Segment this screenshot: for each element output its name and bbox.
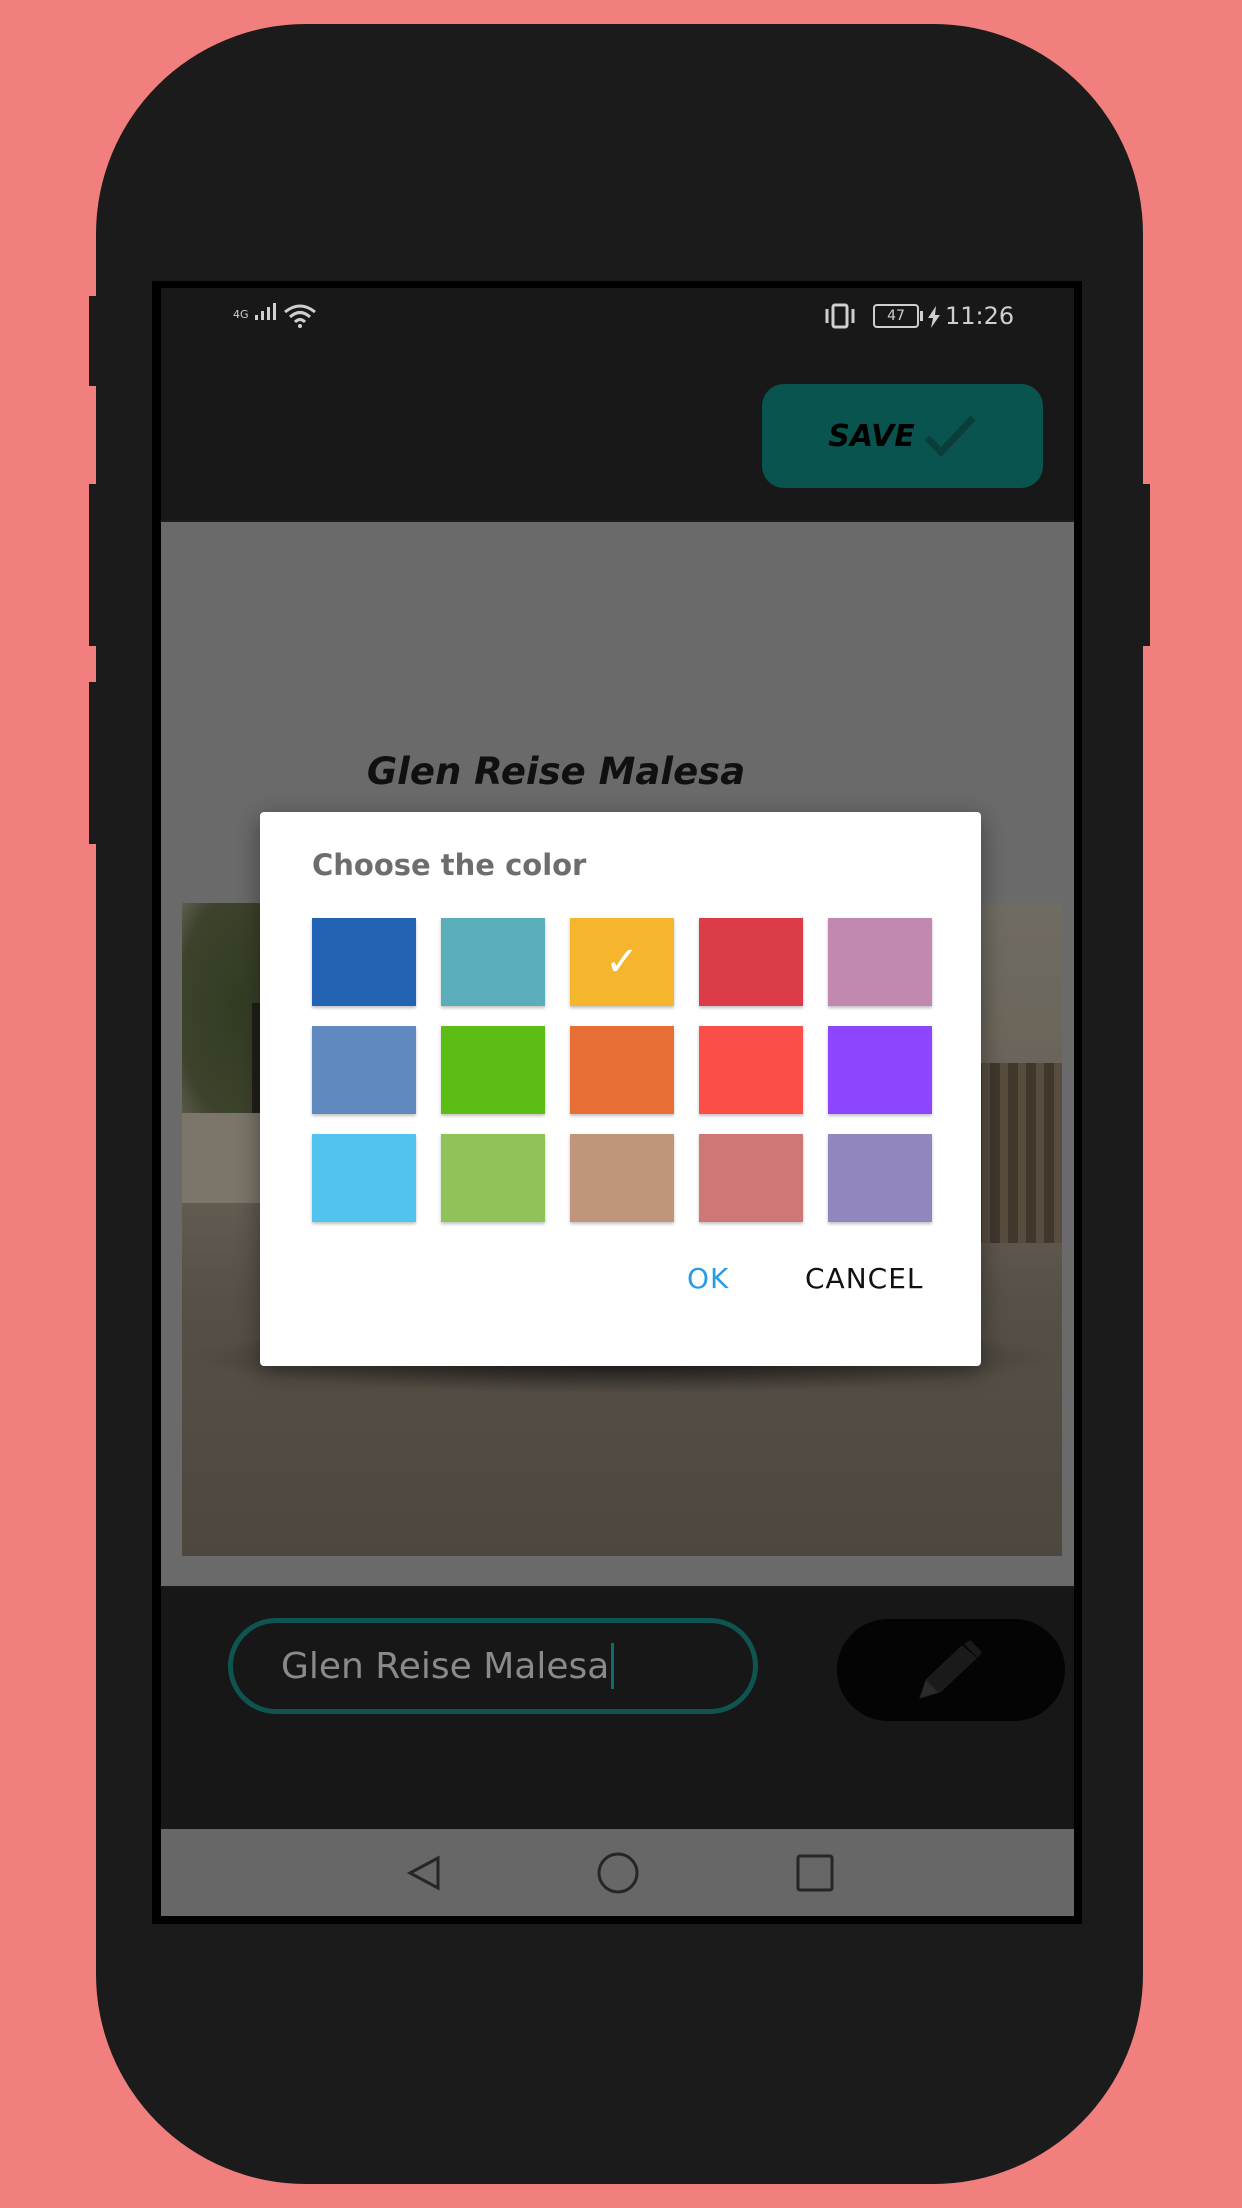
color-swatch[interactable]: [441, 918, 545, 1006]
color-swatch[interactable]: [570, 1134, 674, 1222]
volume-up-button: [89, 296, 103, 386]
ok-button[interactable]: OK: [687, 1262, 729, 1295]
color-swatch[interactable]: [312, 1134, 416, 1222]
color-swatch[interactable]: [570, 1026, 674, 1114]
color-swatch[interactable]: [828, 1026, 932, 1114]
selected-check-icon: ✓: [605, 939, 639, 985]
color-swatch[interactable]: [441, 1026, 545, 1114]
color-swatch[interactable]: [312, 918, 416, 1006]
dialog-title: Choose the color: [312, 848, 587, 882]
color-swatch[interactable]: [828, 1134, 932, 1222]
power-button: [1136, 484, 1150, 646]
color-swatch[interactable]: [699, 918, 803, 1006]
side-button: [89, 682, 103, 844]
color-swatch[interactable]: [828, 918, 932, 1006]
color-swatch[interactable]: [699, 1134, 803, 1222]
color-swatch[interactable]: [699, 1026, 803, 1114]
color-swatch[interactable]: [312, 1026, 416, 1114]
color-swatch[interactable]: ✓: [570, 918, 674, 1006]
volume-down-button: [89, 484, 103, 646]
color-picker-dialog: Choose the color ✓ OK CANCEL: [260, 812, 981, 1366]
cancel-button[interactable]: CANCEL: [805, 1262, 924, 1295]
color-swatch[interactable]: [441, 1134, 545, 1222]
